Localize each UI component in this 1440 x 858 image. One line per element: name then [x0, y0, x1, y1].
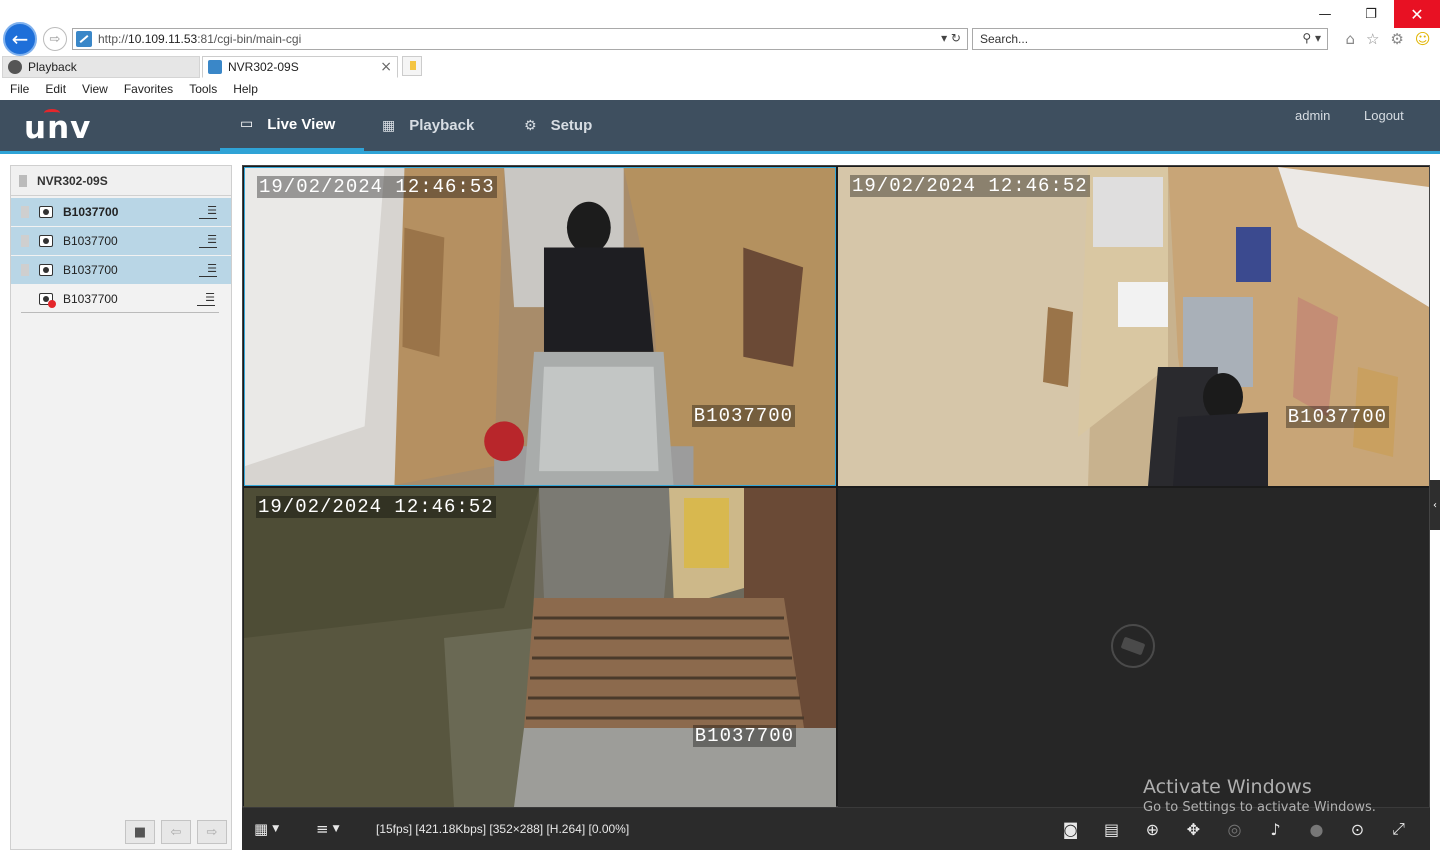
nvr-icon — [19, 174, 27, 187]
browser-tab-row: Playback NVR302-09S × — [0, 56, 1440, 78]
tab-nvr302[interactable]: NVR302-09S × — [202, 56, 398, 78]
monitor-icon: ▭ — [240, 116, 254, 132]
screen-layout-button[interactable]: ▦ ▼ — [254, 818, 279, 840]
close-tab-icon[interactable]: × — [380, 59, 392, 75]
url-text: http://10.109.11.53:81/cgi-bin/main-cgi — [98, 32, 302, 46]
record-settings-icon[interactable]: ☰ — [199, 205, 217, 219]
current-user[interactable]: admin — [1295, 108, 1330, 123]
camera-row[interactable]: B1037700 ☰ — [11, 256, 231, 284]
tree-root-nvr[interactable]: NVR302-09S — [11, 166, 231, 196]
tab-setup[interactable]: ⚙ Setup — [524, 100, 592, 151]
settings-gear-icon[interactable]: ⚙ — [1390, 30, 1403, 48]
digital-zoom-icon[interactable]: ⊕ — [1139, 818, 1166, 840]
record-settings-icon[interactable]: ☰ — [199, 263, 217, 277]
3d-zoom-icon[interactable]: ⊙ — [1344, 818, 1371, 840]
camera-offline-icon — [39, 292, 56, 308]
refresh-icon[interactable]: ▾ ↻ — [941, 31, 961, 45]
menu-tools[interactable]: Tools — [189, 82, 217, 96]
site-favicon-icon — [76, 31, 92, 47]
video-pane-3[interactable]: 19/02/2024 12:46:52 B1037700 — [244, 488, 836, 807]
logout-link[interactable]: Logout — [1364, 108, 1404, 123]
row-marker — [21, 206, 29, 218]
address-bar[interactable]: http://10.109.11.53:81/cgi-bin/main-cgi … — [72, 28, 968, 50]
row-marker — [21, 235, 29, 247]
collapse-panel-toggle[interactable]: ‹ — [1430, 480, 1440, 530]
pane-timestamp: 19/02/2024 12:46:52 — [850, 175, 1090, 197]
row-marker — [21, 264, 29, 276]
menu-bar: File Edit View Favorites Tools Help — [0, 78, 1440, 100]
gear-icon: ⚙ — [524, 117, 537, 134]
menu-favorites[interactable]: Favorites — [124, 82, 173, 96]
pane-camera-label: B1037700 — [692, 725, 796, 747]
right-toolbar-icons: ◙ ▤ ⊕ ✥ ◎ ♪ ● ⊙ ⤢ — [1057, 818, 1412, 840]
camera-feed-1 — [245, 168, 835, 485]
calendar-icon: ▦ — [382, 117, 396, 134]
audio-speaker-icon[interactable]: ♪ — [1262, 818, 1289, 840]
stop-all-button[interactable]: ■ — [125, 820, 155, 844]
camera-icon — [39, 264, 53, 276]
menu-edit[interactable]: Edit — [45, 82, 66, 96]
menu-help[interactable]: Help — [233, 82, 258, 96]
fisheye-icon[interactable]: ◎ — [1221, 818, 1248, 840]
snapshot-camera-icon[interactable]: ◙ — [1057, 818, 1084, 840]
tab-playback-app[interactable]: ▦ Playback — [382, 100, 474, 151]
camera-row[interactable]: B1037700 ☰ — [11, 198, 231, 226]
pane-camera-label: B1037700 — [1285, 406, 1389, 428]
site-favicon-icon — [208, 60, 222, 74]
record-settings-icon[interactable]: ☰ — [197, 292, 215, 306]
home-icon[interactable]: ⌂ — [1345, 30, 1355, 48]
browser-nav-row: ← ⇨ http://10.109.11.53:81/cgi-bin/main-… — [0, 22, 1440, 56]
logo-arc — [44, 109, 60, 117]
grid-layout-icon: ▦ — [254, 820, 269, 838]
camera-favicon-icon — [8, 60, 22, 74]
menu-file[interactable]: File — [10, 82, 29, 96]
video-pane-1[interactable]: 19/02/2024 12:46:53 B1037700 — [244, 167, 836, 486]
stream-type-button[interactable]: ≡ ▼ — [316, 818, 340, 840]
ptz-control-icon[interactable]: ✥ — [1180, 818, 1207, 840]
camera-icon — [39, 206, 53, 218]
tab-live-view[interactable]: ▭ Live View — [220, 100, 364, 151]
app-header: unv ▭ Live View ▦ Playback ⚙ Setup admin… — [0, 100, 1440, 154]
tree-controls: ■ ⇦ ⇨ — [125, 820, 227, 844]
fullscreen-icon[interactable]: ⤢ — [1385, 818, 1412, 840]
smiley-feedback-icon[interactable]: ☺ — [1415, 30, 1431, 48]
pane-timestamp: 19/02/2024 12:46:53 — [257, 176, 497, 198]
live-video-grid: 19/02/2024 12:46:53 B1037700 19/02/2024 … — [242, 165, 1430, 807]
menu-view[interactable]: View — [82, 82, 108, 96]
camera-row[interactable]: B1037700 ☰ — [21, 285, 219, 313]
forward-button[interactable]: ⇨ — [43, 27, 67, 51]
stream-icon: ≡ — [316, 820, 329, 838]
new-tab-button[interactable] — [402, 56, 422, 76]
browser-toolbar-icons: ⌂ ☆ ⚙ ☺ — [1340, 28, 1436, 50]
stream-info-text: [15fps] [421.18Kbps] [352×288] [H.264] [… — [376, 822, 630, 836]
favorites-star-icon[interactable]: ☆ — [1366, 30, 1379, 48]
device-tree-panel: NVR302-09S B1037700 ☰ B1037700 ☰ B103770… — [10, 165, 232, 850]
camera-row[interactable]: B1037700 ☰ — [11, 227, 231, 255]
camera-feed-2 — [838, 167, 1429, 486]
record-settings-icon[interactable]: ☰ — [199, 234, 217, 248]
video-pane-4-empty[interactable] — [838, 488, 1429, 807]
search-icon[interactable]: ⚲ ▾ — [1302, 31, 1321, 45]
no-video-camera-icon — [1111, 624, 1155, 668]
camera-icon — [39, 235, 53, 247]
video-pane-2[interactable]: 19/02/2024 12:46:52 B1037700 — [838, 167, 1429, 486]
tab-playback[interactable]: Playback — [2, 56, 200, 78]
camera-feed-3 — [244, 488, 836, 807]
back-button[interactable]: ← — [3, 22, 37, 56]
microphone-icon[interactable]: ● — [1303, 818, 1330, 840]
video-toolbar: ▦ ▼ ≡ ▼ [15fps] [421.18Kbps] [352×288] [H.… — [242, 807, 1430, 850]
next-page-button[interactable]: ⇨ — [197, 820, 227, 844]
previous-page-button[interactable]: ⇦ — [161, 820, 191, 844]
record-clapper-icon[interactable]: ▤ — [1098, 818, 1125, 840]
search-input[interactable]: Search... ⚲ ▾ — [972, 28, 1328, 50]
pane-camera-label: B1037700 — [691, 405, 795, 427]
pane-timestamp: 19/02/2024 12:46:52 — [256, 496, 496, 518]
